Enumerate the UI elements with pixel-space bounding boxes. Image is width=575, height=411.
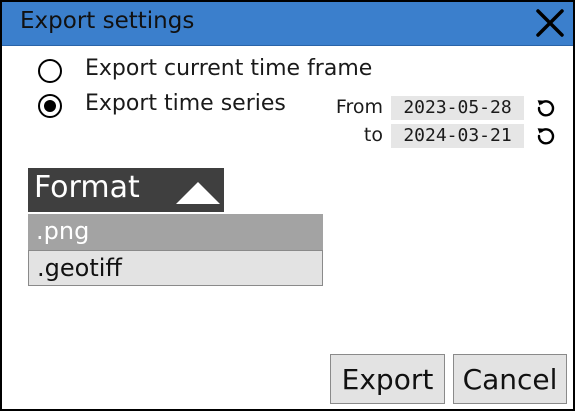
title-bar: Export settings xyxy=(2,2,573,46)
reset-to-date-button[interactable] xyxy=(534,124,558,148)
to-label: to xyxy=(363,124,383,146)
radio-export-time-series[interactable]: Export time series xyxy=(38,91,318,121)
radio-label: Export time series xyxy=(85,91,286,116)
chevron-up-icon xyxy=(176,182,220,204)
close-button[interactable] xyxy=(534,7,566,39)
format-dropdown-toggle[interactable]: Format xyxy=(28,168,224,212)
close-icon xyxy=(536,9,564,37)
reset-icon xyxy=(537,128,555,145)
export-button[interactable]: Export xyxy=(330,354,445,404)
format-option-geotiff[interactable]: .geotiff xyxy=(28,250,323,286)
radio-export-current-frame[interactable]: Export current time frame xyxy=(38,56,418,86)
from-date-field[interactable]: 2023-05-28 xyxy=(391,96,524,120)
reset-icon xyxy=(537,100,555,117)
radio-label: Export current time frame xyxy=(85,56,373,81)
to-date-field[interactable]: 2024-03-21 xyxy=(391,124,524,148)
cancel-button[interactable]: Cancel xyxy=(453,354,567,404)
export-settings-dialog: Export settings Export current time fram… xyxy=(0,0,575,411)
dialog-title: Export settings xyxy=(20,8,195,34)
reset-from-date-button[interactable] xyxy=(534,96,558,120)
radio-button[interactable] xyxy=(38,59,62,83)
format-label: Format xyxy=(34,170,140,205)
radio-button[interactable] xyxy=(38,94,62,118)
format-option-png[interactable]: .png xyxy=(28,214,323,250)
from-label: From xyxy=(335,96,383,118)
